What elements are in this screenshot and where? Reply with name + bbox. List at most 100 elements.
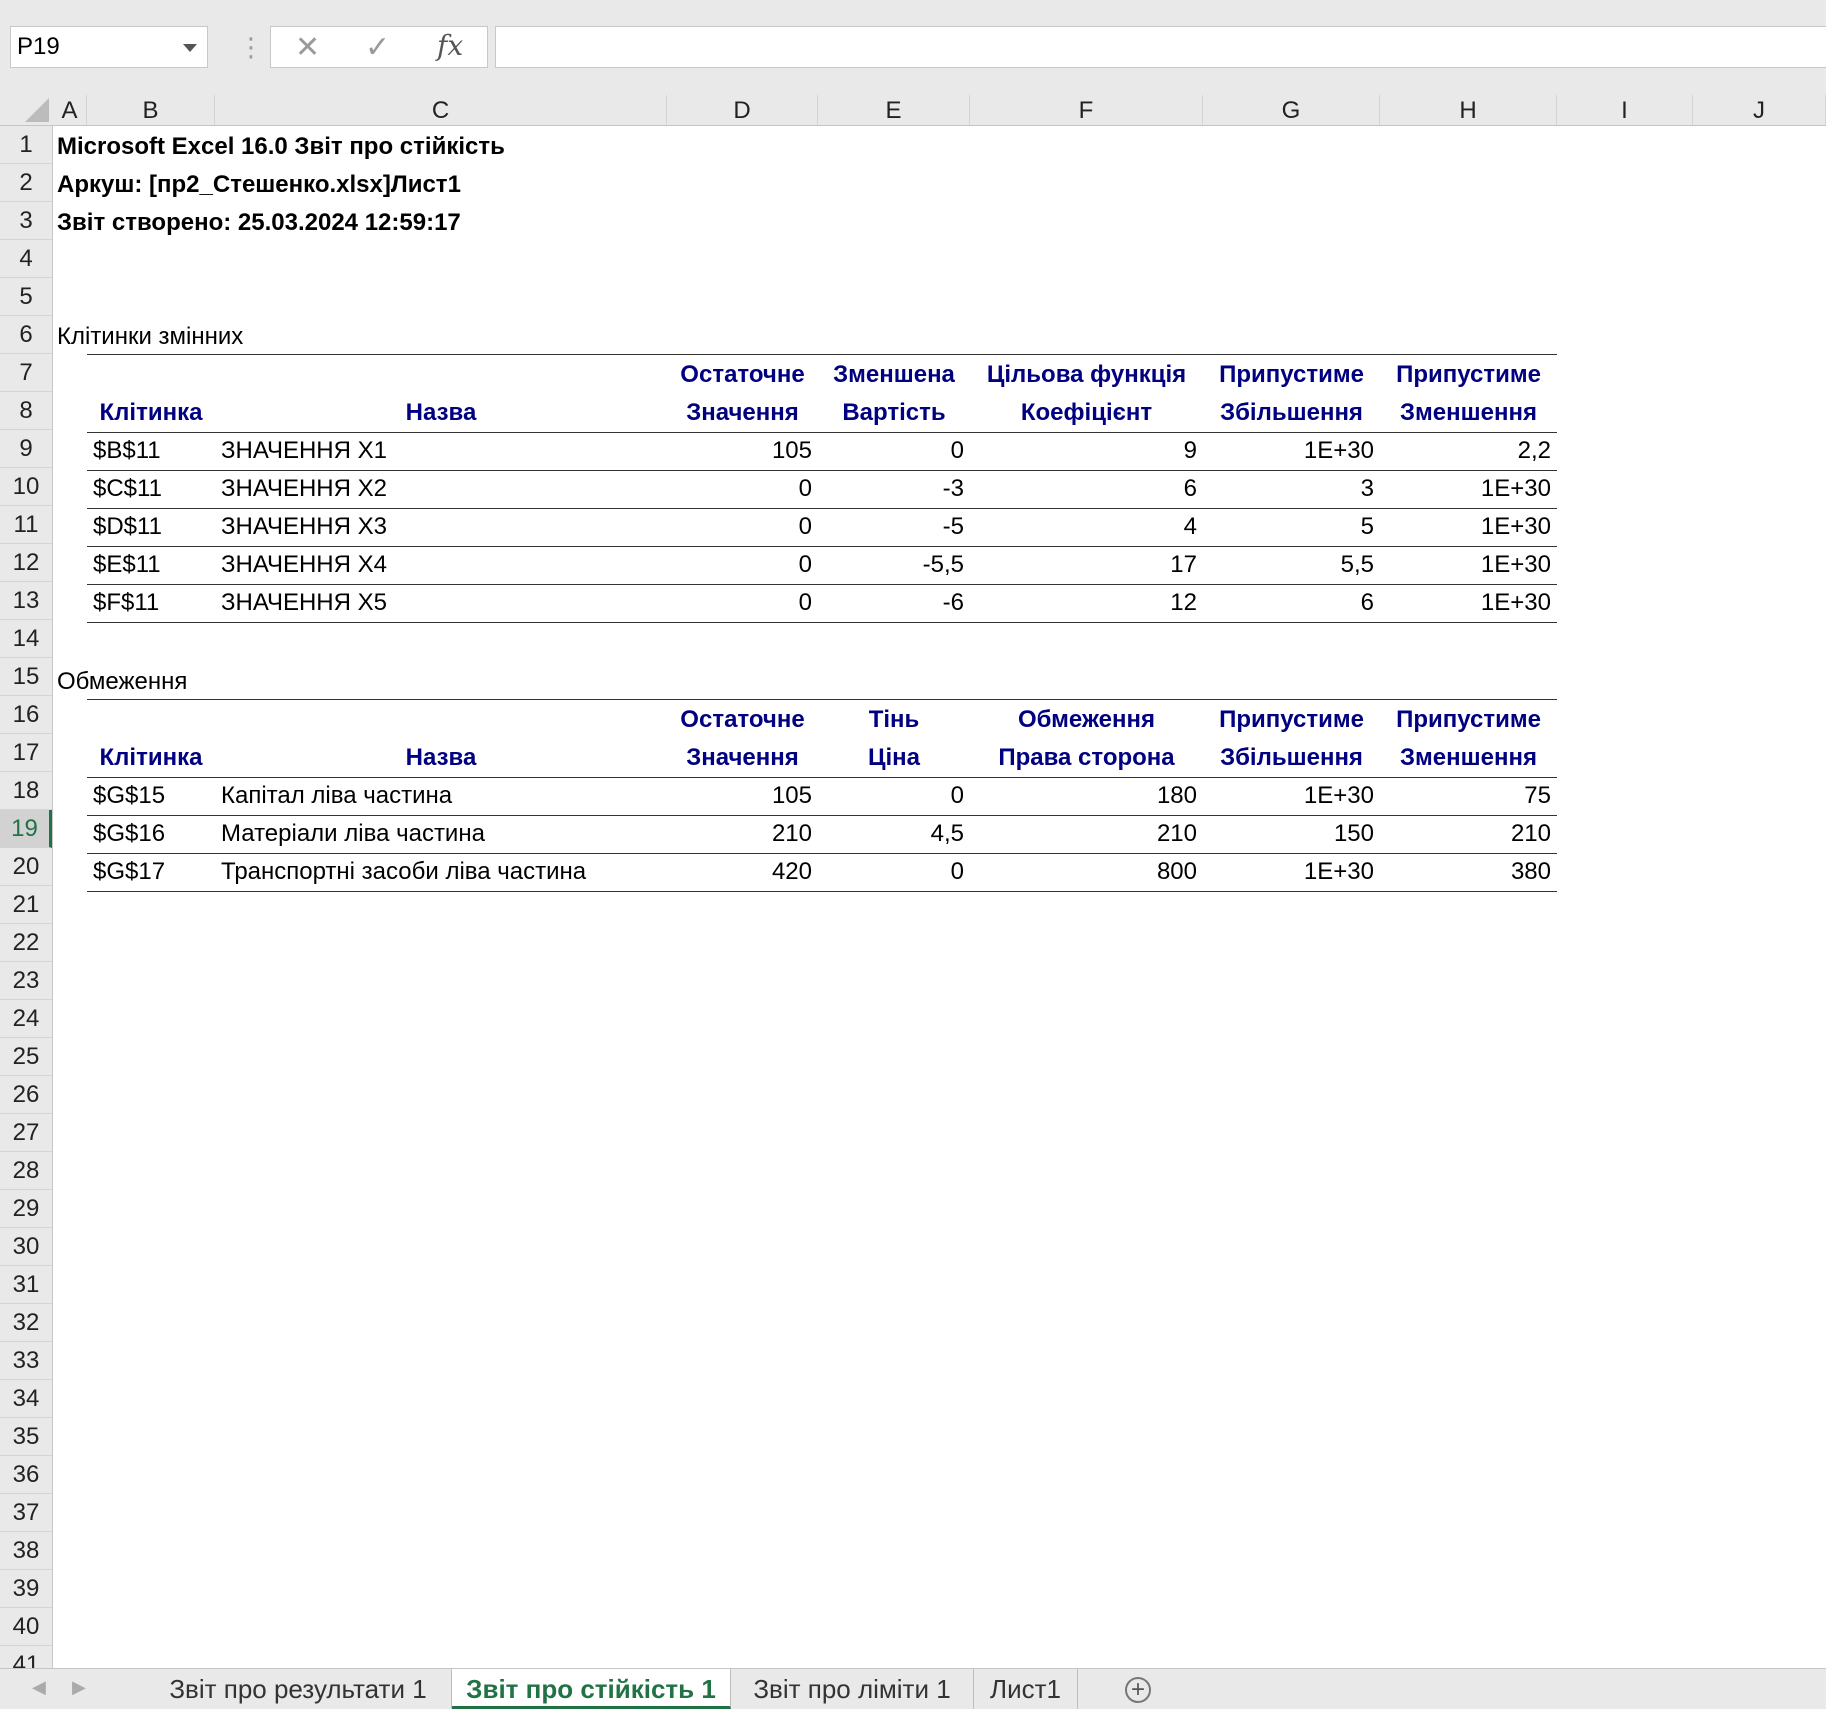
- row-header-8[interactable]: 8: [0, 392, 52, 430]
- row-header-16[interactable]: 16: [0, 696, 52, 734]
- constraints-cell-col4: 0: [950, 782, 964, 809]
- constraints-header-top-allowable-increase: Припустиме: [1219, 706, 1364, 733]
- variables-header-top-col5: Цільова функція: [986, 361, 1187, 388]
- row-header-15[interactable]: 15: [0, 658, 52, 696]
- row-header-12[interactable]: 12: [0, 544, 52, 582]
- constraints-cell-col4: 0: [950, 858, 964, 885]
- constraints-cell-col5: 210: [1156, 820, 1197, 847]
- variables-cell-allowable-increase: 5: [1360, 513, 1374, 540]
- row-header-11[interactable]: 11: [0, 506, 52, 544]
- variables-cell-col5: 9: [1183, 437, 1197, 464]
- constraints-header-allowable-decrease: Зменшення: [1400, 744, 1537, 771]
- column-header-c[interactable]: C: [215, 95, 667, 125]
- row-header-41[interactable]: 41: [0, 1646, 52, 1668]
- scroll-tabs-right-icon[interactable]: ▶: [72, 1677, 86, 1698]
- variables-cell-cell: $C$11: [93, 475, 162, 502]
- row-header-37[interactable]: 37: [0, 1494, 52, 1532]
- variables-cell-final-value: 0: [798, 513, 812, 540]
- row-header-1[interactable]: 1: [0, 126, 52, 164]
- row-header-7[interactable]: 7: [0, 354, 52, 392]
- sheet-tab-limits[interactable]: Звіт про ліміти 1: [731, 1669, 974, 1709]
- row-header-32[interactable]: 32: [0, 1304, 52, 1342]
- constraints-cell-final-value: 420: [771, 858, 812, 885]
- row-header-22[interactable]: 22: [0, 924, 52, 962]
- constraints-cell-final-value: 105: [771, 782, 812, 809]
- chevron-down-icon[interactable]: [183, 44, 197, 52]
- row-header-39[interactable]: 39: [0, 1570, 52, 1608]
- column-header-a[interactable]: A: [53, 95, 87, 125]
- row-header-6[interactable]: 6: [0, 316, 52, 354]
- row-header-2[interactable]: 2: [0, 164, 52, 202]
- constraints-header-top-final-value: Остаточне: [680, 706, 805, 733]
- enter-icon[interactable]: ✓: [365, 31, 390, 65]
- row-header-13[interactable]: 13: [0, 582, 52, 620]
- variables-header-top-final-value: Остаточне: [680, 361, 805, 388]
- row-header-28[interactable]: 28: [0, 1152, 52, 1190]
- row-header-29[interactable]: 29: [0, 1190, 52, 1228]
- constraints-cell-allowable-increase: 150: [1333, 820, 1374, 847]
- sheet-tab-results[interactable]: Звіт про результати 1: [145, 1669, 452, 1709]
- variables-cell-allowable-decrease: 1E+30: [1480, 475, 1551, 502]
- row-header-19[interactable]: 19: [0, 810, 52, 848]
- row-header-21[interactable]: 21: [0, 886, 52, 924]
- variables-cell-cell: $D$11: [93, 513, 162, 540]
- constraints-top-border: [87, 699, 1557, 700]
- row-header-26[interactable]: 26: [0, 1076, 52, 1114]
- row-header-33[interactable]: 33: [0, 1342, 52, 1380]
- column-header-j[interactable]: J: [1693, 95, 1826, 125]
- column-header-d[interactable]: D: [667, 95, 818, 125]
- row-header-3[interactable]: 3: [0, 202, 52, 240]
- row-header-17[interactable]: 17: [0, 734, 52, 772]
- more-options-icon[interactable]: ⋮: [238, 34, 264, 60]
- row-header-38[interactable]: 38: [0, 1532, 52, 1570]
- variables-cell-cell: $B$11: [93, 437, 161, 464]
- row-header-40[interactable]: 40: [0, 1608, 52, 1646]
- formula-input[interactable]: [495, 26, 1826, 68]
- row-header-31[interactable]: 31: [0, 1266, 52, 1304]
- add-sheet-icon[interactable]: +: [1125, 1677, 1151, 1703]
- row-header-18[interactable]: 18: [0, 772, 52, 810]
- row-header-34[interactable]: 34: [0, 1380, 52, 1418]
- variables-cell-col5: 17: [1170, 551, 1197, 578]
- variables-header-name: Назва: [405, 399, 477, 426]
- constraints-header-col5: Права сторона: [998, 744, 1175, 771]
- column-header-g[interactable]: G: [1203, 95, 1380, 125]
- name-box[interactable]: P19: [10, 26, 208, 68]
- row-header-4[interactable]: 4: [0, 240, 52, 278]
- row-header-14[interactable]: 14: [0, 620, 52, 658]
- row-header-36[interactable]: 36: [0, 1456, 52, 1494]
- cancel-icon[interactable]: ✕: [295, 31, 320, 65]
- row-header-5[interactable]: 5: [0, 278, 52, 316]
- column-header-f[interactable]: F: [970, 95, 1203, 125]
- row-header-30[interactable]: 30: [0, 1228, 52, 1266]
- row-header-27[interactable]: 27: [0, 1114, 52, 1152]
- variables-cell-allowable-increase: 1E+30: [1303, 437, 1374, 464]
- column-header-e[interactable]: E: [818, 95, 970, 125]
- row-header-20[interactable]: 20: [0, 848, 52, 886]
- insert-function-icon[interactable]: fx: [437, 29, 463, 62]
- row-header-35[interactable]: 35: [0, 1418, 52, 1456]
- row-header-24[interactable]: 24: [0, 1000, 52, 1038]
- row-header-9[interactable]: 9: [0, 430, 52, 468]
- row-header-23[interactable]: 23: [0, 962, 52, 1000]
- column-header-h[interactable]: H: [1380, 95, 1557, 125]
- constraints-cell-cell: $G$15: [93, 782, 166, 809]
- row-header-25[interactable]: 25: [0, 1038, 52, 1076]
- constraints-cell-name: Транспортні засоби ліва частина: [221, 858, 587, 885]
- formula-bar: P19 ⋮ ✕ ✓ fx: [0, 0, 1826, 95]
- constraints-cell-name: Матеріали ліва частина: [221, 820, 485, 847]
- variables-cell-col5: 12: [1170, 589, 1197, 616]
- variables-header-allowable-decrease: Зменшення: [1400, 399, 1537, 426]
- row-header-10[interactable]: 10: [0, 468, 52, 506]
- variables-cell-allowable-increase: 6: [1360, 589, 1374, 616]
- select-all-button[interactable]: [0, 95, 53, 126]
- sheet-tab-list1[interactable]: Лист1: [974, 1669, 1078, 1709]
- scroll-tabs-left-icon[interactable]: ◀: [32, 1677, 46, 1698]
- constraints-header-top-col4: Тінь: [868, 706, 920, 733]
- variables-header-col4: Вартість: [842, 399, 946, 426]
- constraints-row-border: [87, 891, 1557, 892]
- column-header-i[interactable]: I: [1557, 95, 1693, 125]
- column-header-b[interactable]: B: [87, 95, 215, 125]
- sheet-tab-sensitivity[interactable]: Звіт про стійкість 1: [452, 1669, 731, 1709]
- constraints-header-allowable-increase: Збільшення: [1220, 744, 1363, 771]
